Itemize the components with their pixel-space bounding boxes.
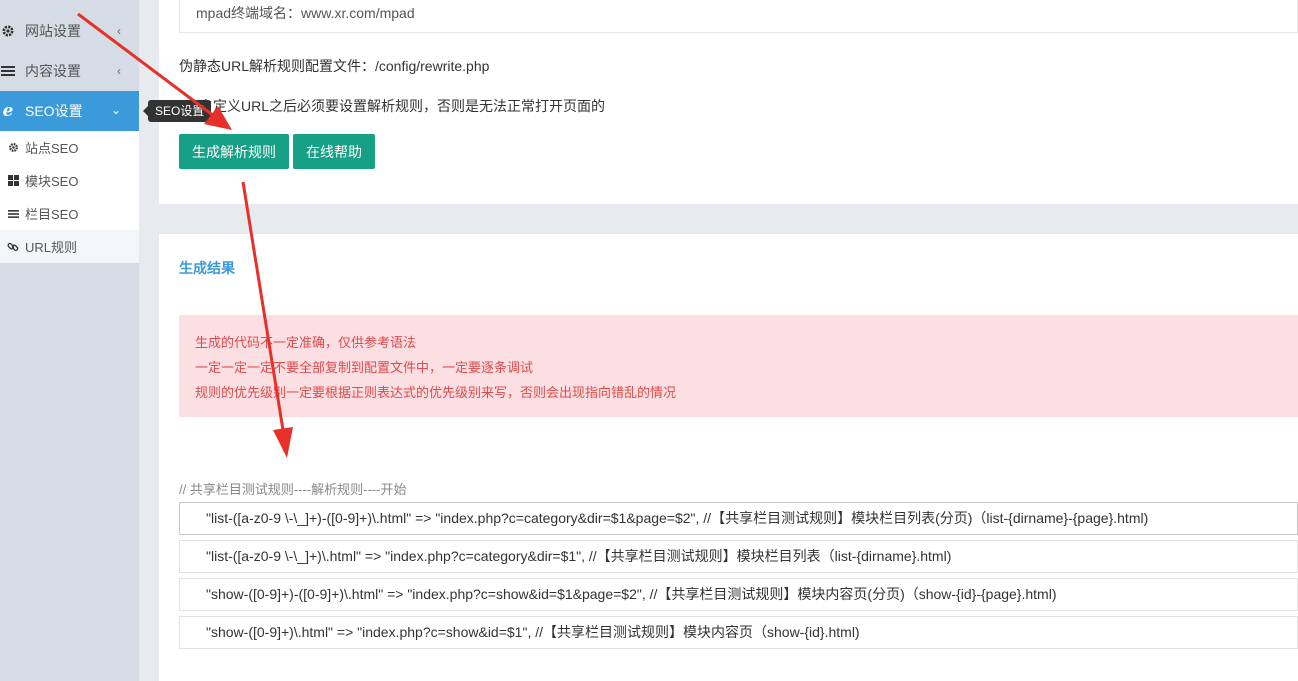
submenu-item-module-seo[interactable]: 模块SEO — [0, 164, 139, 197]
sidebar-item-label: SEO设置 — [25, 103, 83, 119]
alert-line: 一定一定一定不要全部复制到配置文件中，一定要逐条调试 — [195, 360, 534, 375]
rule-field[interactable]: "show-([0-9]+)\.html" => "index.php?c=sh… — [179, 616, 1298, 649]
chevron-left-icon: ‹ — [117, 24, 121, 38]
generate-rules-button[interactable]: 生成解析规则 — [179, 134, 289, 169]
sidebar-item-site-settings[interactable]: 网站设置 ‹ — [0, 11, 139, 51]
chevron-left-icon: ‹ — [117, 64, 121, 78]
rule-field[interactable]: "list-([a-z0-9 \-\_]+)\.html" => "index.… — [179, 540, 1298, 573]
sidebar-item-content-settings[interactable]: 内容设置 ‹ — [0, 51, 139, 91]
sidebar-item-label: 网站设置 — [25, 23, 81, 39]
link-icon — [7, 241, 19, 253]
alert-line: 规则的优先级别一定要根据正则表达式的优先级别来写，否则会出现指向错乱的情况 — [195, 385, 677, 400]
rule-field[interactable]: "list-([a-z0-9 \-\_]+)-([0-9]+)\.html" =… — [179, 502, 1298, 535]
submenu-item-label: 栏目SEO — [25, 207, 79, 222]
result-panel — [159, 234, 1298, 681]
alert-line: 生成的代码不一定准确，仅供参考语法 — [195, 335, 417, 350]
submenu-item-site-seo[interactable]: 站点SEO — [0, 131, 139, 164]
rules-comment-start: // 共享栏目测试规则----解析规则----开始 — [179, 482, 407, 497]
rewrite-config-path: 伪静态URL解析规则配置文件：/config/rewrite.php — [179, 58, 490, 74]
warning-alert: 生成的代码不一定准确，仅供参考语法 一定一定一定不要全部复制到配置文件中，一定要… — [179, 315, 1298, 417]
submenu-item-label: 模块SEO — [25, 174, 79, 189]
sidebar: 网站设置 ‹ 内容设置 ‹ e SEO设置 ⌄ 站点SEO 模块SEO 栏目SE… — [0, 0, 139, 681]
submenu-item-column-seo[interactable]: 栏目SEO — [0, 197, 139, 230]
submenu-item-label: URL规则 — [25, 240, 78, 255]
ie-icon: e — [2, 101, 14, 121]
grid-icon — [7, 175, 19, 186]
gear-icon — [0, 23, 16, 39]
rule-field[interactable]: "show-([0-9]+)-([0-9]+)\.html" => "index… — [179, 578, 1298, 611]
chevron-down-icon: ⌄ — [110, 103, 121, 117]
seo-settings-tooltip: SEO设置 — [142, 100, 212, 122]
result-title: 生成结果 — [179, 260, 235, 276]
mpad-domain-field[interactable]: mpad终端域名：www.xr.com/mpad — [179, 0, 1298, 33]
submenu-item-url-rules[interactable]: URL规则 — [0, 230, 139, 263]
sidebar-item-label: 内容设置 — [25, 63, 81, 79]
list-icon — [7, 209, 19, 219]
online-help-button[interactable]: 在线帮助 — [293, 134, 375, 169]
gear-icon — [7, 142, 19, 153]
submenu-item-label: 站点SEO — [25, 141, 79, 156]
sidebar-item-seo-settings[interactable]: e SEO设置 ⌄ — [0, 91, 139, 131]
list-icon — [0, 63, 16, 79]
seo-submenu: 站点SEO 模块SEO 栏目SEO URL规则 — [0, 131, 139, 263]
rewrite-notice: 用自定义URL之后必须要设置解析规则，否则是无法正常打开页面的 — [185, 98, 606, 114]
